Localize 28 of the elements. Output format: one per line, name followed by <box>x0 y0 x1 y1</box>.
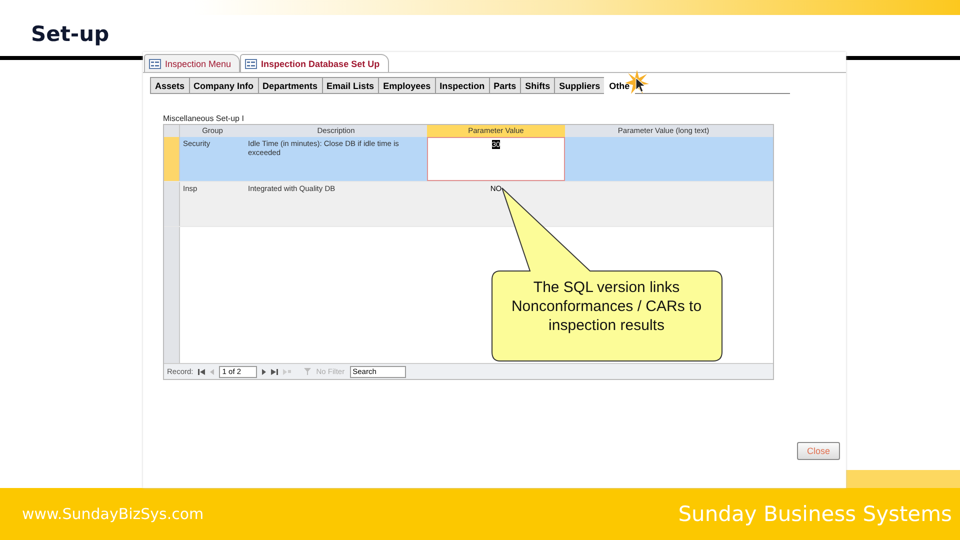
document-tab[interactable]: Inspection Database Set Up <box>240 54 389 72</box>
next-record-icon[interactable] <box>262 368 266 374</box>
slide-title: Set-up <box>31 22 110 46</box>
filter-icon[interactable] <box>304 368 312 375</box>
form-tab[interactable]: Departments <box>258 77 323 94</box>
first-record-icon[interactable] <box>198 368 206 374</box>
form-tab[interactable]: Company Info <box>188 77 259 94</box>
form-tab[interactable]: Parts <box>488 77 522 94</box>
form-tab[interactable]: Suppliers <box>554 77 606 94</box>
previous-record-icon[interactable] <box>210 368 214 374</box>
website-url: www.SundayBizSys.com <box>22 505 204 523</box>
document-tab[interactable]: Inspection Menu <box>144 54 240 72</box>
form-tab[interactable]: Email Lists <box>322 77 380 94</box>
last-record-icon[interactable] <box>271 368 278 374</box>
form-icon <box>245 58 258 68</box>
record-selector[interactable] <box>164 227 180 363</box>
form-caption: Miscellaneous Set-up I <box>163 114 245 124</box>
form-tab[interactable]: Employees <box>378 77 436 94</box>
form-icon <box>149 58 161 68</box>
company-name: Sunday Business Systems <box>678 502 952 526</box>
form-tab[interactable]: Othe <box>604 77 635 94</box>
callout-text: The SQL version links Nonconformances / CARs to inspection results <box>510 278 703 335</box>
form-tab[interactable]: Shifts <box>520 77 556 94</box>
new-record-icon[interactable] <box>283 368 292 374</box>
form-tab[interactable]: Assets <box>150 77 190 94</box>
record-selector[interactable] <box>164 182 180 226</box>
record-selector[interactable] <box>164 137 180 181</box>
form-tab[interactable]: Inspection <box>434 77 490 94</box>
